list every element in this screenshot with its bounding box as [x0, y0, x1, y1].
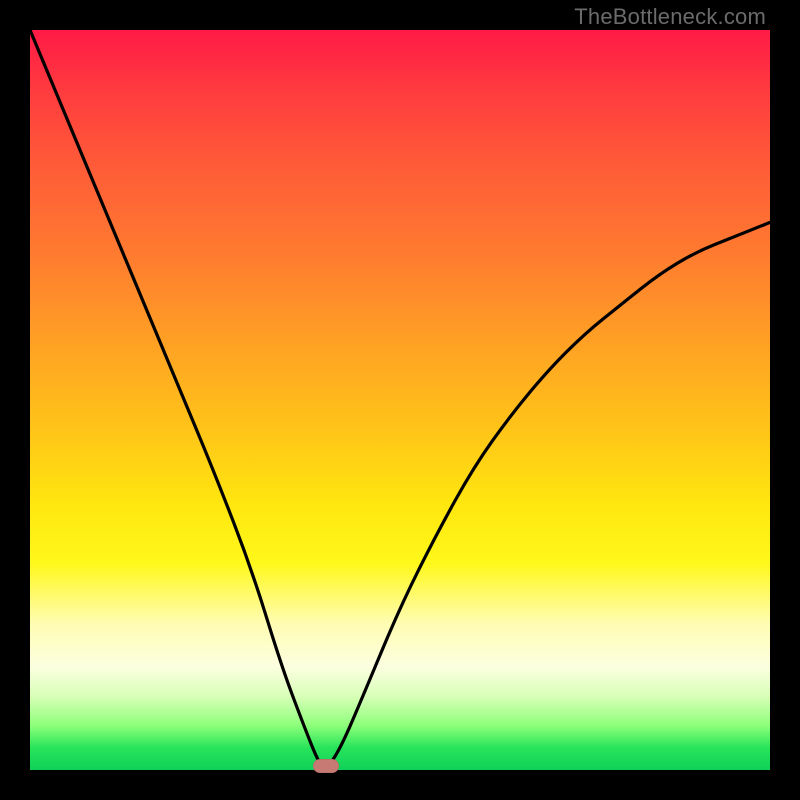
watermark-text: TheBottleneck.com — [574, 4, 766, 30]
chart-frame: TheBottleneck.com — [0, 0, 800, 800]
curve-path — [30, 30, 770, 767]
minimum-marker — [313, 759, 339, 773]
bottleneck-curve — [30, 30, 770, 770]
plot-area — [30, 30, 770, 770]
